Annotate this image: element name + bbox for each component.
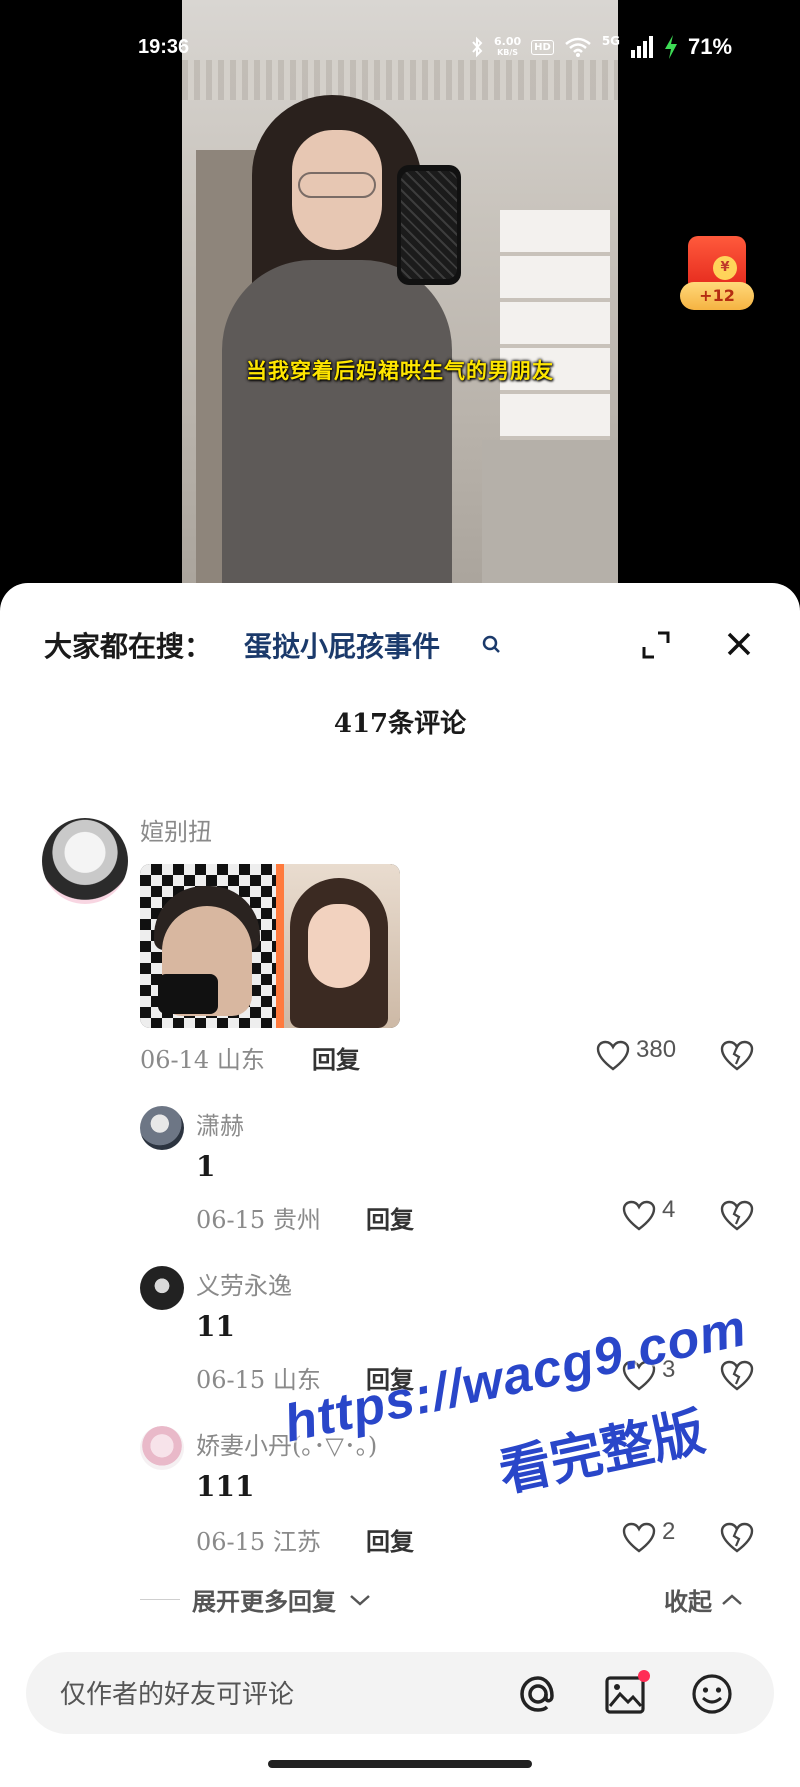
search-icon[interactable] [480, 633, 502, 655]
comment-image[interactable] [140, 864, 400, 1028]
collapse-replies[interactable]: 收起 [664, 1582, 744, 1617]
avatar[interactable] [42, 818, 128, 904]
battery-level: 71% [688, 34, 733, 59]
signal-type: 5G [601, 34, 621, 48]
comment-author[interactable]: 潇赫 [196, 1106, 244, 1141]
like-button[interactable]: 2 [622, 1518, 675, 1554]
like-count: 4 [662, 1196, 676, 1223]
avatar[interactable] [140, 1426, 184, 1470]
comment-input-placeholder: 仅作者的好友可评论 [60, 1680, 295, 1710]
video-person-dress [222, 260, 452, 600]
hd-badge: HD [531, 39, 554, 55]
red-packet-reward[interactable]: ¥ +12 [680, 236, 754, 316]
heart-icon [622, 1200, 656, 1231]
comment-input[interactable]: 仅作者的好友可评论 [26, 1652, 774, 1734]
chevron-up-icon [722, 1593, 742, 1605]
image-picker-icon[interactable] [600, 1668, 652, 1720]
reply-button[interactable]: 回复 [366, 1522, 414, 1557]
like-button[interactable]: 3 [622, 1356, 675, 1392]
comment-date-location: 06-15 贵州 [196, 1206, 321, 1234]
charging-icon [665, 35, 678, 59]
heart-icon [622, 1522, 656, 1553]
comment-text: 1 [196, 1150, 216, 1183]
bluetooth-icon [472, 36, 483, 58]
trending-search-label: 大家都在搜： [44, 630, 213, 663]
expand-more-label: 展开更多回复 [192, 1587, 336, 1616]
network-speed: 6.00 KB/S [494, 35, 522, 57]
avatar[interactable] [140, 1106, 184, 1150]
red-packet-badge: +12 [680, 282, 754, 310]
trending-search-link[interactable]: 蛋挞小屁孩事件 [244, 625, 440, 665]
comment-date-location: 06-15 江苏 [196, 1528, 321, 1556]
emoji-icon[interactable] [686, 1668, 738, 1720]
coin-icon: ¥ [713, 256, 737, 280]
status-time: 19:36 [138, 36, 190, 58]
video-player[interactable]: 当我穿着后妈裙哄生气的男朋友 19:36 6.00 KB/S HD 5G 71%… [0, 0, 800, 600]
like-button[interactable]: 380 [596, 1036, 676, 1072]
mention-at-icon[interactable] [512, 1668, 564, 1720]
reply-button[interactable]: 回复 [312, 1040, 360, 1075]
video-frame[interactable]: 当我穿着后妈裙哄生气的男朋友 [182, 0, 618, 600]
like-count: 2 [662, 1518, 676, 1545]
fullscreen-expand-icon[interactable] [638, 627, 674, 663]
like-button[interactable]: 4 [622, 1196, 675, 1232]
status-indicators: 6.00 KB/S HD 5G 71% [470, 34, 732, 60]
heart-icon [622, 1360, 656, 1391]
video-caption: 当我穿着后妈裙哄生气的男朋友 [246, 359, 554, 383]
like-count: 380 [636, 1036, 677, 1063]
comment-text: 11 [196, 1310, 235, 1343]
comment-date-location: 06-15 山东 [196, 1366, 321, 1394]
dislike-heart-icon[interactable] [720, 1522, 754, 1554]
close-icon[interactable] [720, 625, 758, 663]
collapse-label: 收起 [664, 1587, 712, 1616]
sheet-header: 大家都在搜： 蛋挞小屁孩事件 [0, 583, 800, 693]
comment-author[interactable]: 义劳永逸 [196, 1266, 292, 1301]
dislike-heart-icon[interactable] [720, 1360, 754, 1392]
comment-author[interactable]: 娇妻小丹(｡･▽･｡) [196, 1426, 377, 1461]
chevron-down-icon [350, 1594, 370, 1606]
dislike-heart-icon[interactable] [720, 1040, 754, 1072]
video-person-glasses [298, 172, 376, 198]
signal-bars-icon [631, 36, 654, 58]
comment-author[interactable]: 媗别扭 [140, 812, 212, 847]
wifi-icon [565, 37, 591, 57]
comment-count: 417条评论 [333, 709, 467, 739]
comment-date-location: 06-14 山东 [140, 1046, 265, 1074]
expand-more-replies[interactable]: 展开更多回复 [140, 1582, 372, 1617]
video-table [482, 440, 618, 600]
reply-button[interactable]: 回复 [366, 1200, 414, 1235]
like-count: 3 [662, 1356, 676, 1383]
video-phone [397, 165, 461, 285]
status-bar: 19:36 6.00 KB/S HD 5G 71% [0, 30, 800, 70]
divider [140, 1599, 180, 1600]
comment-text: 111 [196, 1470, 255, 1503]
home-indicator[interactable] [268, 1760, 532, 1768]
reply-button[interactable]: 回复 [366, 1360, 414, 1395]
dislike-heart-icon[interactable] [720, 1200, 754, 1232]
heart-icon [596, 1040, 630, 1071]
avatar[interactable] [140, 1266, 184, 1310]
